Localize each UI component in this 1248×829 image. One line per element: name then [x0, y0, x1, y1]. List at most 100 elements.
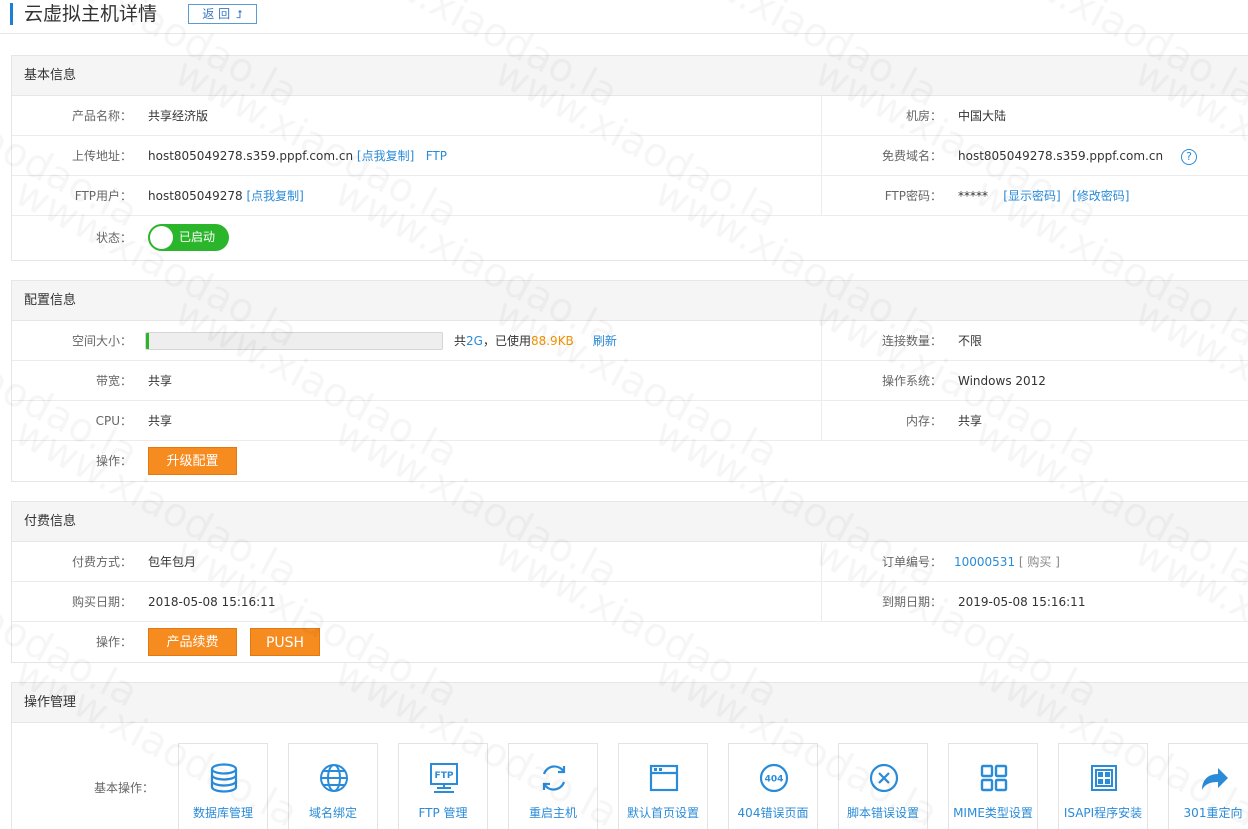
tile-label: 404错误页面 — [737, 806, 809, 820]
status-value: 已启动 — [179, 230, 216, 244]
browser-window-icon — [649, 764, 679, 792]
room-value: 中国大陆 — [958, 109, 1007, 123]
tile-ftp-management[interactable]: FTP FTP 管理 — [398, 743, 488, 829]
free-domain-group: host805049278.s359.pppf.com.cn? — [958, 136, 1198, 176]
ftp-password-label: FTP密码： — [884, 189, 942, 203]
refresh-link[interactable]: 刷新 — [593, 334, 617, 348]
e404-glyph: 404 — [765, 775, 784, 785]
page-header: 云虚拟主机详情 返 回 ⮥ — [0, 0, 1248, 34]
cpu-row: CPU： 共享 内存： 共享 — [12, 401, 1248, 441]
pay-method-value: 包年包月 — [148, 555, 197, 569]
upgrade-config-button[interactable]: 升级配置 — [148, 447, 237, 475]
database-icon — [210, 763, 238, 793]
operations-title: 操作管理 — [12, 683, 1248, 723]
order-number-link[interactable]: 10000531 — [954, 555, 1015, 569]
space-used: 88.9KB — [530, 334, 574, 348]
push-button[interactable]: PUSH — [250, 628, 320, 656]
error-404-icon: 404 — [759, 763, 789, 793]
bandwidth-value: 共享 — [148, 374, 173, 388]
product-value: 共享经济版 — [148, 109, 209, 123]
ftp-icon: FTP — [430, 763, 458, 793]
cpu-label: CPU： — [95, 414, 132, 428]
tile-mime-type-settings[interactable]: MIME类型设置 — [948, 743, 1038, 829]
change-password-link[interactable]: [修改密码] — [1072, 189, 1129, 203]
bandwidth-label: 带宽： — [95, 374, 132, 388]
status-toggle[interactable]: 已启动 — [148, 224, 229, 251]
tile-label: 默认首页设置 — [626, 806, 699, 820]
memory-value: 共享 — [958, 414, 983, 428]
tile-301-redirect[interactable]: 301重定向 — [1168, 743, 1248, 829]
tile-database-management[interactable]: 数据库管理 — [178, 743, 268, 829]
upload-row: 上传地址： host805049278.s359.pppf.com.cn [点我… — [12, 136, 1248, 176]
tile-script-error-settings[interactable]: 脚本错误设置 — [838, 743, 928, 829]
space-total: 2G — [466, 334, 483, 348]
back-label: 返 回 — [202, 7, 231, 21]
upload-label: 上传地址： — [71, 149, 132, 163]
copy-ftp-user-link[interactable]: [点我复制] — [246, 189, 303, 203]
space-progress-bar — [145, 332, 443, 350]
ftp-user-row: FTP用户： host805049278 [点我复制] FTP密码： *****… — [12, 176, 1248, 216]
toggle-knob — [150, 226, 173, 249]
basic-info-title: 基本信息 — [12, 56, 1248, 96]
return-arrow-icon: ⮥ — [236, 8, 243, 21]
ftp-user-value: host805049278 — [148, 189, 243, 203]
tile-label: 301重定向 — [1183, 806, 1243, 820]
ftp-link[interactable]: FTP — [426, 149, 447, 163]
free-domain-label: 免费域名： — [881, 149, 942, 163]
close-circle-icon — [869, 763, 899, 793]
basic-info-section: 基本信息 产品名称： 共享经济版 机房： 中国大陆 上传地址： host8050… — [11, 55, 1248, 261]
space-progress-fill — [146, 333, 149, 349]
tile-label: 数据库管理 — [192, 806, 253, 820]
tile-label: ISAPI程序安装 — [1063, 806, 1143, 820]
copy-upload-link[interactable]: [点我复制] — [357, 149, 414, 163]
show-password-link[interactable]: [显示密码] — [1003, 189, 1060, 203]
product-label: 产品名称： — [71, 109, 132, 123]
space-row: 空间大小： 共2G，已使用88.9KB 刷新 连接数量： 不限 — [12, 321, 1248, 361]
connections-value: 不限 — [958, 334, 983, 348]
ftp-password-group: ***** [显示密码] [修改密码] — [958, 176, 1129, 216]
help-icon[interactable]: ? — [1181, 148, 1198, 165]
renew-button[interactable]: 产品续费 — [148, 628, 237, 656]
config-title: 配置信息 — [12, 281, 1248, 321]
ftp-user-group: host805049278 [点我复制] — [148, 176, 304, 216]
tile-isapi-install[interactable]: ISAPI程序安装 — [1058, 743, 1148, 829]
space-total-prefix: 共 — [454, 334, 467, 348]
space-label: 空间大小： — [71, 334, 132, 348]
operations-section: 操作管理 基本操作： 数据库管理 域名绑定 FTP FTP 管理 重启主机 默认… — [11, 682, 1248, 829]
page-title: 云虚拟主机详情 — [24, 3, 158, 25]
billing-action-label: 操作： — [95, 635, 132, 649]
ftp-password-value: ***** — [958, 189, 988, 203]
billing-title: 付费信息 — [12, 502, 1248, 542]
tile-label: FTP 管理 — [418, 806, 468, 820]
buy-date-label: 购买日期： — [71, 595, 132, 609]
title-accent-bar — [10, 3, 13, 25]
os-value: Windows 2012 — [958, 374, 1046, 388]
billing-action-row: 操作： 产品续费 PUSH — [12, 622, 1248, 662]
upload-value-group: host805049278.s359.pppf.com.cn [点我复制] FT… — [148, 136, 447, 176]
upload-address: host805049278.s359.pppf.com.cn — [148, 149, 354, 163]
restart-icon — [542, 765, 566, 791]
grid-icon — [980, 764, 1008, 792]
tile-restart-host[interactable]: 重启主机 — [508, 743, 598, 829]
pay-method-label: 付费方式： — [71, 555, 132, 569]
buy-date-value: 2018-05-08 15:16:11 — [148, 595, 276, 609]
globe-icon — [320, 764, 348, 792]
status-row: 状态： 已启动 — [12, 216, 1248, 260]
tile-default-homepage[interactable]: 默认首页设置 — [618, 743, 708, 829]
tile-404-page[interactable]: 404 404错误页面 — [728, 743, 818, 829]
expire-date-label: 到期日期： — [881, 595, 942, 609]
os-label: 操作系统： — [881, 374, 942, 388]
operations-row: 基本操作： 数据库管理 域名绑定 FTP FTP 管理 重启主机 默认首页设置 … — [12, 723, 1248, 829]
back-button[interactable]: 返 回 ⮥ — [188, 4, 257, 24]
status-label: 状态： — [95, 231, 132, 245]
product-row: 产品名称： 共享经济版 机房： 中国大陆 — [12, 96, 1248, 136]
space-used-prefix: ，已使用 — [482, 334, 531, 348]
order-buy-text: [ 购买 ] — [1018, 555, 1060, 569]
tile-label: 脚本错误设置 — [846, 806, 919, 820]
tile-label: 重启主机 — [528, 806, 577, 820]
bandwidth-row: 带宽： 共享 操作系统： Windows 2012 — [12, 361, 1248, 401]
config-action-label: 操作： — [95, 454, 132, 468]
config-section: 配置信息 空间大小： 共2G，已使用88.9KB 刷新 连接数量： 不限 带宽：… — [11, 280, 1248, 482]
tile-domain-binding[interactable]: 域名绑定 — [288, 743, 378, 829]
free-domain-value: host805049278.s359.pppf.com.cn — [958, 149, 1164, 163]
